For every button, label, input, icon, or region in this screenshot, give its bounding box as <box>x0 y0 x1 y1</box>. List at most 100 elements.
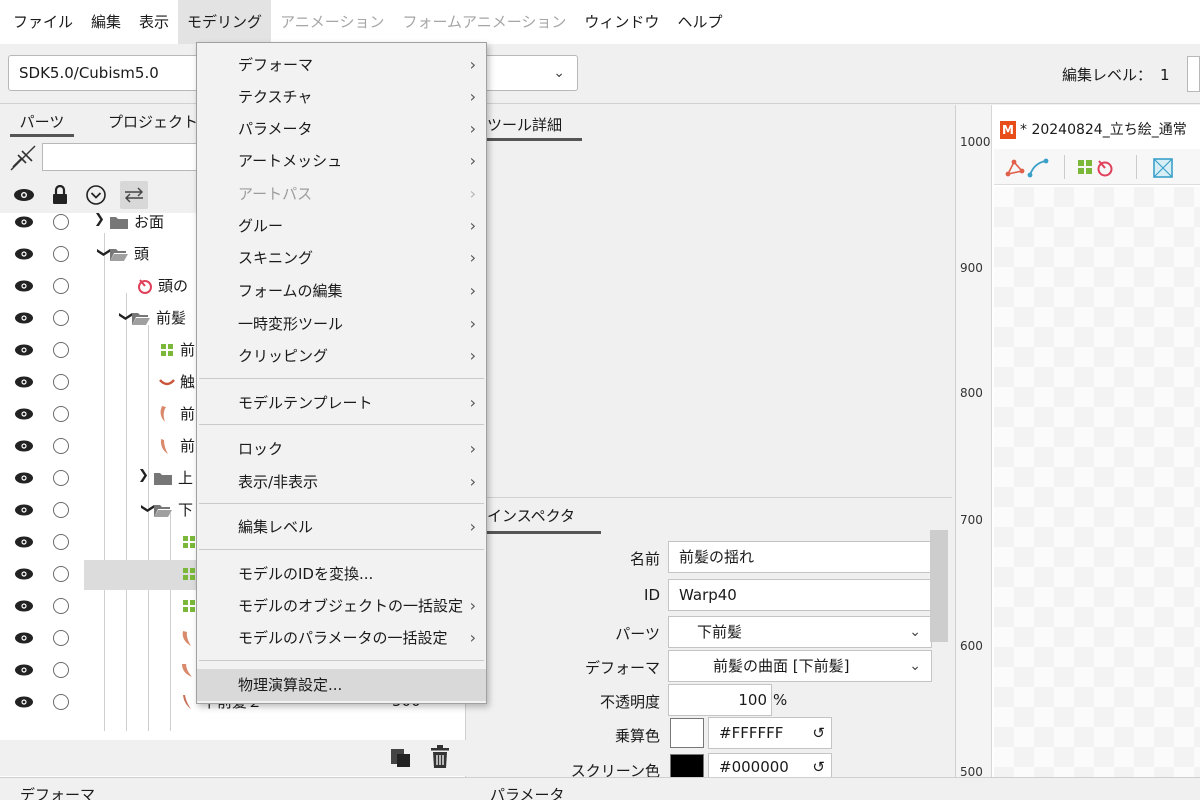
name-field[interactable]: 前髪の揺れ <box>668 541 932 573</box>
menu-item-edit-level[interactable]: 編集レベル › <box>197 511 486 543</box>
filter-input[interactable] <box>42 143 202 171</box>
menu-modeling[interactable]: モデリング <box>178 0 272 44</box>
eye-icon[interactable] <box>10 181 38 209</box>
menu-item-show-hide[interactable]: 表示/非表示 › <box>197 466 486 498</box>
swap-icon[interactable] <box>120 181 148 209</box>
select-radio[interactable] <box>53 598 69 614</box>
select-radio[interactable] <box>53 694 69 710</box>
select-radio[interactable] <box>53 214 69 230</box>
menu-edit[interactable]: 編集 <box>82 0 130 44</box>
eye-icon[interactable] <box>14 407 34 421</box>
trash-icon[interactable] <box>430 745 450 769</box>
select-radio[interactable] <box>53 662 69 678</box>
select-radio[interactable] <box>53 342 69 358</box>
menu-item-convert-model-id[interactable]: モデルのIDを変換... <box>197 558 486 590</box>
chevron-down-icon[interactable]: ❯ <box>113 311 133 325</box>
select-radio[interactable] <box>53 534 69 550</box>
chevron-right-icon[interactable]: ❯ <box>138 468 152 488</box>
tab-parts[interactable]: パーツ <box>10 105 74 137</box>
menu-help[interactable]: ヘルプ <box>668 0 731 44</box>
eye-icon[interactable] <box>14 439 34 453</box>
select-radio[interactable] <box>53 310 69 326</box>
parts-select[interactable]: 下前髪 ⌄ <box>668 616 932 648</box>
tool-detail-title[interactable]: ツール詳細 <box>487 113 583 141</box>
duplicate-icon[interactable] <box>390 746 412 768</box>
menu-item-batch-object-settings[interactable]: モデルのオブジェクトの一括設定 › <box>197 590 486 622</box>
select-radio[interactable] <box>53 470 69 486</box>
menu-item-lock[interactable]: ロック › <box>197 433 486 465</box>
multiply-color-field[interactable]: #FFFFFF ↺ <box>708 717 832 749</box>
eye-icon[interactable] <box>14 663 34 677</box>
opacity-unit: % <box>773 691 788 709</box>
inspector-title[interactable]: インスペクタ <box>487 504 602 534</box>
menu-item-form-edit[interactable]: フォームの編集 › <box>197 275 486 307</box>
chevron-right-icon[interactable]: ❯ <box>94 213 108 232</box>
menu-item-clipping[interactable]: クリッピング › <box>197 340 486 372</box>
deformer-tool-icon[interactable] <box>1076 157 1116 179</box>
select-radio[interactable] <box>53 406 69 422</box>
parameter-panel-title[interactable]: パラメータ <box>490 784 565 800</box>
menu-item-deformer[interactable]: デフォーマ › <box>197 49 486 81</box>
select-radio[interactable] <box>53 374 69 390</box>
canvas-viewport[interactable] <box>994 187 1200 777</box>
deformer-panel-title[interactable]: デフォーマ <box>20 784 95 800</box>
menu-item-texture[interactable]: テクスチャ › <box>197 81 486 113</box>
eye-icon[interactable] <box>14 247 34 261</box>
select-radio[interactable] <box>53 502 69 518</box>
chevron-down-icon[interactable]: ❯ <box>91 247 111 261</box>
multiply-color-swatch[interactable] <box>670 718 704 748</box>
filter-clear-icon[interactable] <box>8 143 38 173</box>
chevron-right-icon: › <box>469 184 476 203</box>
collapse-all-icon[interactable] <box>82 181 110 209</box>
menu-item-artmesh[interactable]: アートメッシュ › <box>197 145 486 177</box>
document-tab[interactable]: M * 20240824_立ち絵_通常 <box>996 115 1200 145</box>
ruler-label: 1000 <box>960 135 991 149</box>
opacity-field[interactable]: 100 <box>668 684 772 716</box>
id-field[interactable]: Warp40 <box>668 579 932 611</box>
select-radio[interactable] <box>53 438 69 454</box>
reset-icon[interactable]: ↺ <box>812 718 825 748</box>
tab-project[interactable]: プロジェクト <box>108 105 198 137</box>
chevron-down-icon[interactable]: ❯ <box>135 503 155 517</box>
select-radio[interactable] <box>53 630 69 646</box>
screen-color-value: #000000 <box>719 758 789 776</box>
folder-open-icon <box>154 505 172 517</box>
menu-item-model-template[interactable]: モデルテンプレート › <box>197 387 486 419</box>
eye-icon[interactable] <box>14 695 34 709</box>
screen-color-swatch[interactable] <box>670 754 704 778</box>
glue-tool-icon[interactable] <box>1004 157 1050 179</box>
chevron-right-icon: › <box>469 87 476 106</box>
select-radio[interactable] <box>53 246 69 262</box>
eye-icon[interactable] <box>14 567 34 581</box>
menu-window[interactable]: ウィンドウ <box>575 0 668 44</box>
canvas-panel: 1000 900 800 700 600 500 M * 20240824_立ち絵… <box>955 105 1200 779</box>
eye-icon[interactable] <box>14 215 34 229</box>
eye-icon[interactable] <box>14 343 34 357</box>
edit-level-spinner[interactable] <box>1187 56 1200 92</box>
menu-item-skinning[interactable]: スキニング › <box>197 242 486 274</box>
deformer-select[interactable]: 前髪の曲面 [下前髪] ⌄ <box>668 650 932 682</box>
menu-item-batch-parameter-settings[interactable]: モデルのパラメータの一括設定 › <box>197 622 486 654</box>
eye-icon[interactable] <box>14 375 34 389</box>
eye-icon[interactable] <box>14 279 34 293</box>
eye-icon[interactable] <box>14 599 34 613</box>
eye-icon[interactable] <box>14 631 34 645</box>
menu-view[interactable]: 表示 <box>130 0 178 44</box>
eye-icon[interactable] <box>14 311 34 325</box>
select-radio[interactable] <box>53 566 69 582</box>
inspector-scrollbar[interactable] <box>930 530 948 642</box>
eye-icon[interactable] <box>14 471 34 485</box>
menu-item-glue[interactable]: グルー › <box>197 210 486 242</box>
menu-item-temp-transform[interactable]: 一時変形ツール › <box>197 308 486 340</box>
menu-item-parameter[interactable]: パラメータ › <box>197 113 486 145</box>
eye-icon[interactable] <box>14 503 34 517</box>
lock-icon[interactable] <box>46 181 74 209</box>
mesh-tool-icon[interactable] <box>1152 157 1174 179</box>
select-radio[interactable] <box>53 278 69 294</box>
tree-row-label: 下 <box>178 501 194 519</box>
menu-file[interactable]: ファイル <box>4 0 82 44</box>
deformer-label: デフォーマ <box>584 659 660 677</box>
menu-item-physics-settings[interactable]: 物理演算設定... <box>197 669 486 701</box>
eye-icon[interactable] <box>14 535 34 549</box>
screen-color-field[interactable]: #000000 ↺ <box>708 753 832 778</box>
